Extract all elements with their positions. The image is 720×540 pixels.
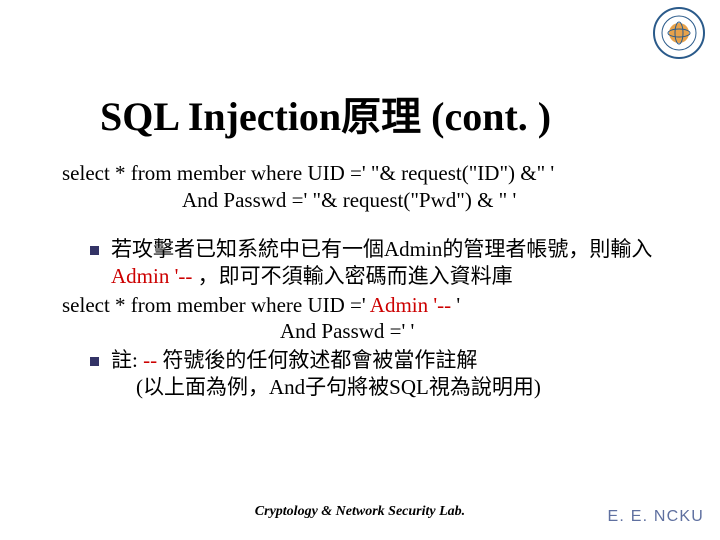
- bullet-2-text: 註: -- 符號後的任何敘述都會被當作註解: [111, 347, 680, 374]
- bullet-2-subline: (以上面為例，And子句將被SQL視為說明用): [90, 374, 680, 401]
- sql-example1-line1: select * from member where UID =' "& req…: [62, 160, 680, 187]
- sql-example2: select * from member where UID =' Admin …: [62, 292, 680, 346]
- slide-body: select * from member where UID =' "& req…: [62, 160, 680, 401]
- footer-department: E. E. NCKU: [608, 508, 704, 526]
- bullet-1-pre: 若攻擊者已知系統中已有一個Admin的管理者帳號，則輸入: [111, 237, 652, 261]
- slide: SQL Injection原理 (cont. ) select * from m…: [0, 0, 720, 540]
- bullet-2-pre: 註:: [111, 348, 143, 372]
- bullet-1-text: 若攻擊者已知系統中已有一個Admin的管理者帳號，則輸入 Admin '-- ，即…: [111, 236, 680, 290]
- bullet-2-post: 符號後的任何敘述都會被當作註解: [157, 348, 477, 372]
- bullet-1: 若攻擊者已知系統中已有一個Admin的管理者帳號，則輸入 Admin '-- ，即…: [62, 236, 680, 290]
- bullet-square-icon: [90, 246, 99, 255]
- sql-example1-line2: And Passwd =' "& request("Pwd") & " ': [62, 187, 680, 214]
- sql-example2-line1-post: ': [456, 293, 460, 317]
- sql-example2-line1-highlight: Admin '--: [366, 293, 457, 317]
- department-seal-icon: [652, 6, 706, 60]
- bullet-2: 註: -- 符號後的任何敘述都會被當作註解 (以上面為例，And子句將被SQL視…: [62, 347, 680, 401]
- bullet-1-highlight: Admin '--: [111, 264, 192, 288]
- sql-example2-line1-pre: select * from member where UID =': [62, 293, 366, 317]
- sql-example2-line1: select * from member where UID =' Admin …: [62, 292, 680, 319]
- bullet-square-icon: [90, 357, 99, 366]
- sql-example2-line2: And Passwd =' ': [62, 318, 680, 345]
- slide-title: SQL Injection原理 (cont. ): [100, 84, 551, 142]
- bullet-1-post: ，即可不須輸入密碼而進入資料庫: [192, 264, 512, 288]
- bullet-2-highlight: --: [143, 348, 157, 372]
